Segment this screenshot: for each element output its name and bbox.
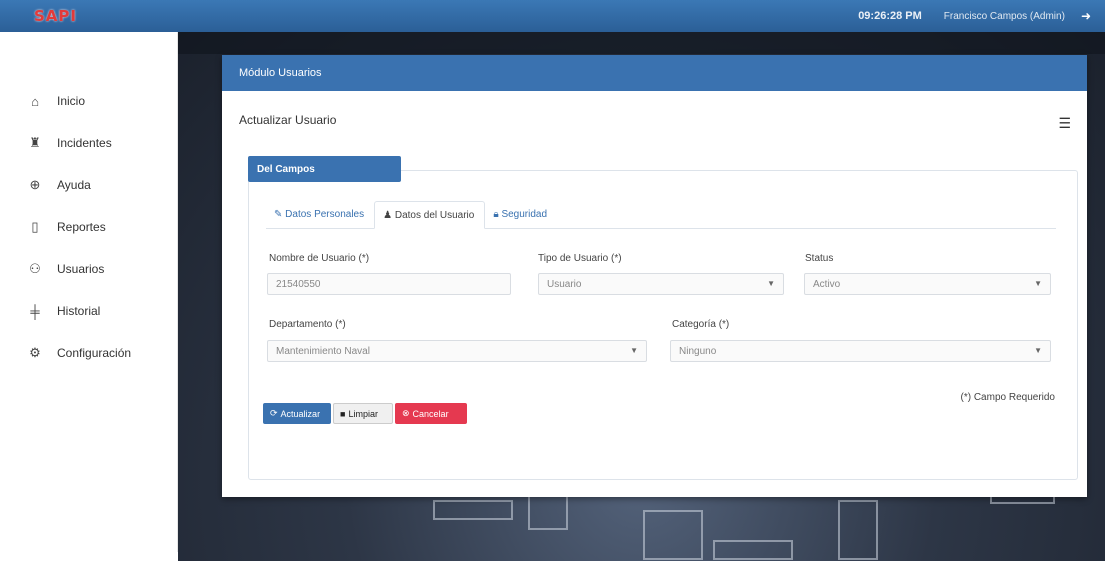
status-value: Activo <box>813 279 841 290</box>
user-name[interactable]: Francisco Campos (Admin) <box>944 11 1065 22</box>
status-select[interactable]: Activo ▼ <box>804 273 1051 295</box>
tab-datos-personales[interactable]: ✎ Datos Personales <box>266 201 374 229</box>
incidents-icon: ♜ <box>29 135 41 150</box>
user-type-label: Tipo de Usuario (*) <box>538 253 622 264</box>
category-label: Categoría (*) <box>672 319 730 330</box>
tab-label: Seguridad <box>501 209 548 220</box>
sidebar-item-label: Historial <box>57 304 101 318</box>
sidebar-item-label: Inicio <box>57 94 86 108</box>
home-icon: ⌂ <box>31 93 39 109</box>
username-input[interactable]: 21540550 <box>267 273 511 295</box>
sidebar-item-incidentes[interactable]: ♜ Incidentes <box>10 122 177 164</box>
department-label: Departamento (*) <box>269 319 346 330</box>
page-title-row: Actualizar Usuario ☰ <box>222 91 1087 145</box>
category-select[interactable]: Ninguno ▼ <box>670 340 1051 362</box>
category-value: Ninguno <box>679 346 717 357</box>
department-value: Mantenimiento Naval <box>276 346 370 357</box>
user-icon: ♟ <box>383 210 393 221</box>
list-icon[interactable]: ☰ <box>1058 115 1071 132</box>
eraser-icon: ■ <box>340 408 346 419</box>
lock-icon: 🔒︎ <box>493 209 499 220</box>
required-note: (*) Campo Requerido <box>960 392 1056 403</box>
clock: 09:26:28 PM <box>858 10 922 22</box>
user-type-select[interactable]: Usuario ▼ <box>538 273 784 295</box>
tab-label: Datos Personales <box>285 209 365 220</box>
sidebar-item-label: Usuarios <box>57 262 105 276</box>
gear-icon: ⚙ <box>29 345 41 360</box>
sidebar-item-configuracion[interactable]: ⚙ Configuración <box>10 332 177 374</box>
chevron-down-icon: ▼ <box>630 346 638 355</box>
top-bar: SAPI 09:26:28 PM Francisco Campos (Admin… <box>0 0 1105 32</box>
sidebar-item-reportes[interactable]: ▯ Reportes <box>10 206 177 248</box>
cancel-button[interactable]: ⊗ Cancelar <box>395 403 467 424</box>
sidebar: ⌂ Inicio ♜ Incidentes ⊕ Ayuda ▯ Reportes… <box>10 32 178 552</box>
username-label: Nombre de Usuario (*) <box>269 253 370 264</box>
tab-seguridad[interactable]: 🔒︎ Seguridad <box>485 201 557 229</box>
update-button[interactable]: ⟳ Actualizar <box>263 403 331 424</box>
clear-button-label: Limpiar <box>348 408 378 419</box>
sidebar-item-ayuda[interactable]: ⊕ Ayuda <box>10 164 177 206</box>
logout-icon[interactable]: ➜ <box>1081 9 1091 23</box>
sidebar-item-historial[interactable]: ╪ Historial <box>10 290 177 332</box>
department-select[interactable]: Mantenimiento Naval ▼ <box>267 340 647 362</box>
sidebar-item-usuarios[interactable]: ⚇ Usuarios <box>10 248 177 290</box>
chevron-down-icon: ▼ <box>767 279 775 288</box>
edit-icon: ✎ <box>274 209 283 220</box>
user-module-panel: Módulo Usuarios Actualizar Usuario ☰ Del… <box>222 55 1087 497</box>
update-button-label: Actualizar <box>280 408 321 419</box>
clear-button[interactable]: ■ Limpiar <box>333 403 393 424</box>
sidebar-item-label: Incidentes <box>57 136 112 150</box>
user-type-value: Usuario <box>547 279 582 290</box>
chevron-down-icon: ▼ <box>1034 279 1042 288</box>
sidebar-item-label: Ayuda <box>57 178 91 192</box>
status-label: Status <box>805 253 834 264</box>
users-icon: ⚇ <box>29 261 41 276</box>
tab-bar: ✎ Datos Personales ♟ Datos del Usuario 🔒… <box>266 201 1056 229</box>
close-icon: ⊗ <box>402 408 410 418</box>
page-title: Actualizar Usuario <box>239 113 337 127</box>
sidebar-item-label: Configuración <box>57 346 132 360</box>
chevron-down-icon: ▼ <box>1034 346 1042 355</box>
sidebar-item-inicio[interactable]: ⌂ Inicio <box>10 80 177 122</box>
help-icon: ⊕ <box>29 177 41 192</box>
reports-icon: ▯ <box>31 219 39 234</box>
panel-header: Módulo Usuarios <box>222 55 1087 91</box>
tab-label: Datos del Usuario <box>394 210 475 221</box>
tab-datos-usuario[interactable]: ♟ Datos del Usuario <box>374 201 486 229</box>
sidebar-item-label: Reportes <box>57 220 106 234</box>
refresh-icon: ⟳ <box>270 408 278 418</box>
app-logo[interactable]: SAPI <box>34 7 77 25</box>
cancel-button-label: Cancelar <box>412 408 449 419</box>
history-icon: ╪ <box>30 303 40 319</box>
fieldset-legend: Del Campos <box>248 156 401 182</box>
